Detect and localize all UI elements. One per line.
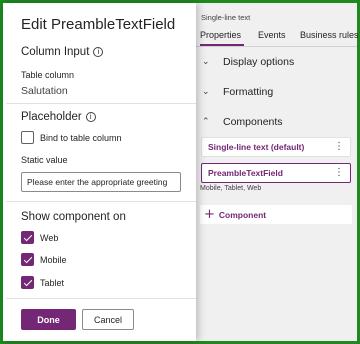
plus-icon: +: [204, 207, 215, 222]
checkbox-checked[interactable]: [21, 276, 34, 289]
edit-component-flyout: Edit PreambleTextField Column Input i Tab…: [3, 3, 196, 341]
show-on-web-checkbox[interactable]: Web: [21, 231, 58, 244]
footer-divider: [6, 298, 196, 299]
add-component-button[interactable]: + Component: [200, 205, 352, 224]
component-label: PreambleTextField: [208, 168, 283, 178]
flyout-title: Edit PreambleTextField: [21, 16, 176, 33]
checkbox-label: Tablet: [40, 277, 65, 288]
column-input-heading: Column Input i: [21, 46, 104, 58]
section-label: Formatting: [223, 86, 274, 98]
component-item-preamble[interactable]: PreambleTextField ⋮: [201, 163, 351, 183]
display-options-section[interactable]: ⌄ Display options: [202, 56, 294, 68]
checkbox-checked[interactable]: [21, 231, 34, 244]
placeholder-heading: Placeholder i: [21, 111, 96, 123]
checkbox-checked[interactable]: [21, 253, 34, 266]
tab-divider: [196, 46, 357, 47]
tab-events[interactable]: Events: [258, 30, 286, 40]
info-icon[interactable]: i: [85, 112, 96, 122]
tab-bar: Properties Events Business rules: [196, 30, 359, 46]
more-options-icon[interactable]: ⋮: [334, 141, 344, 152]
done-button[interactable]: Done: [21, 309, 76, 330]
tab-properties[interactable]: Properties: [200, 30, 241, 40]
more-options-icon[interactable]: ⋮: [334, 167, 344, 178]
checkbox-label: Bind to table column: [40, 132, 122, 143]
component-label: Single-line text (default): [208, 142, 305, 152]
formatting-section[interactable]: ⌄ Formatting: [202, 86, 273, 98]
tab-business-rules[interactable]: Business rules: [300, 30, 359, 40]
cancel-button[interactable]: Cancel: [82, 309, 134, 330]
checkbox-label: Web: [40, 232, 59, 243]
show-component-on-heading: Show component on: [21, 211, 126, 223]
show-on-mobile-checkbox[interactable]: Mobile: [21, 253, 67, 266]
checkbox-label: Mobile: [40, 254, 67, 265]
component-item-default[interactable]: Single-line text (default) ⋮: [201, 137, 351, 157]
checkbox-box[interactable]: [21, 131, 34, 144]
bind-to-table-column-checkbox[interactable]: Bind to table column: [21, 131, 122, 144]
column-input-label: Column Input: [21, 46, 90, 58]
properties-pane: Single-line text Properties Events Busin…: [196, 3, 359, 341]
placeholder-label: Placeholder: [21, 111, 82, 123]
chevron-down-icon: ⌄: [202, 87, 210, 97]
section-label: Display options: [223, 56, 295, 68]
chevron-up-icon: ⌃: [202, 117, 210, 127]
component-devices: Mobile, Tablet, Web: [200, 185, 262, 192]
show-on-tablet-checkbox[interactable]: Tablet: [21, 276, 64, 289]
table-column-label: Table column: [21, 70, 75, 80]
section-label: Components: [223, 116, 283, 128]
static-value-label: Static value: [21, 155, 68, 165]
section-divider: [6, 103, 196, 104]
info-icon[interactable]: i: [93, 47, 104, 57]
static-value-input[interactable]: Please enter the appropriate greeting: [21, 172, 181, 192]
table-column-value: Salutation: [21, 85, 68, 97]
add-component-label: Component: [218, 209, 267, 220]
chevron-down-icon: ⌄: [202, 57, 210, 67]
control-type-label: Single-line text: [201, 13, 251, 22]
components-section[interactable]: ⌃ Components: [202, 116, 283, 128]
section-divider: [6, 201, 196, 202]
